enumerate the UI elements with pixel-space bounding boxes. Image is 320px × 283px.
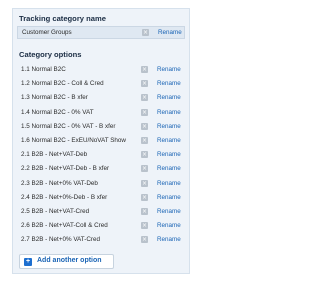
category-option-row[interactable]: 2.7 B2B - Net+0% VAT-Cred × Rename [17, 234, 185, 245]
category-option-row[interactable]: 2.6 B2B - Net+VAT-Coll & Cred × Rename [17, 220, 185, 231]
delete-icon[interactable]: × [141, 80, 148, 88]
category-option-label: 2.1 B2B - Net+VAT-Deb [21, 151, 88, 159]
add-another-option-label: Add another option [37, 257, 102, 264]
delete-icon[interactable]: × [141, 122, 148, 130]
rename-link[interactable]: Rename [157, 163, 181, 174]
delete-icon[interactable]: × [142, 29, 149, 36]
rename-link[interactable]: Rename [157, 206, 181, 217]
category-option-label: 2.6 B2B - Net+VAT-Coll & Cred [21, 222, 108, 230]
delete-icon[interactable]: × [141, 151, 148, 159]
category-option-label: 1.1 Normal B2C [21, 66, 66, 73]
tracking-category-panel: Tracking category name Customer Groups ×… [12, 8, 190, 274]
category-option-label: 2.7 B2B - Net+0% VAT-Cred [21, 236, 101, 244]
category-option-row[interactable]: 2.2 B2B - Net+VAT-Deb - B xfer × Rename [17, 163, 185, 174]
category-options-heading: Category options [19, 50, 82, 59]
delete-icon[interactable]: × [141, 179, 148, 187]
add-another-option-button[interactable]: + Add another option [19, 254, 114, 269]
category-option-label: 2.5 B2B - Net+VAT-Cred [21, 208, 90, 215]
category-option-label: 1.3 Normal B2C - B xfer [21, 94, 88, 102]
category-option-label: 2.2 B2B - Net+VAT-Deb - B xfer [21, 165, 110, 173]
tracking-category-name-row[interactable]: Customer Groups × Rename [17, 26, 185, 39]
rename-link[interactable]: Rename [158, 27, 182, 38]
delete-icon[interactable]: × [141, 137, 148, 144]
delete-icon[interactable]: × [141, 108, 148, 116]
category-option-label: 1.5 Normal B2C - 0% VAT - B xfer [21, 122, 116, 130]
rename-link[interactable]: Rename [157, 178, 181, 189]
plus-icon: + [24, 258, 32, 266]
category-option-row[interactable]: 2.3 B2B - Net+0% VAT-Deb × Rename [17, 178, 185, 189]
delete-icon[interactable]: × [141, 66, 148, 73]
rename-link[interactable]: Rename [157, 78, 181, 89]
category-option-label: 1.6 Normal B2C - ExEU/NoVAT Show [21, 137, 126, 144]
category-option-row[interactable]: 1.3 Normal B2C - B xfer × Rename [17, 92, 185, 103]
category-option-row[interactable]: 1.4 Normal B2C - 0% VAT × Rename [17, 107, 185, 118]
category-option-label: 2.4 B2B - Net+0%-Deb - B xfer [21, 193, 108, 201]
rename-link[interactable]: Rename [157, 64, 181, 75]
category-option-row[interactable]: 2.4 B2B - Net+0%-Deb - B xfer × Rename [17, 192, 185, 203]
delete-icon[interactable]: × [141, 165, 148, 173]
rename-link[interactable]: Rename [157, 220, 181, 231]
tracking-category-name: Customer Groups [22, 29, 72, 36]
category-option-row[interactable]: 1.2 Normal B2C - Coll & Cred × Rename [17, 78, 185, 89]
delete-icon[interactable]: × [141, 94, 148, 102]
category-option-row[interactable]: 1.5 Normal B2C - 0% VAT - B xfer × Rename [17, 121, 185, 132]
category-option-row[interactable]: 1.6 Normal B2C - ExEU/NoVAT Show × Rename [17, 135, 185, 146]
category-option-label: 1.4 Normal B2C - 0% VAT [21, 108, 94, 116]
delete-icon[interactable]: × [141, 236, 148, 244]
category-option-row[interactable]: 2.5 B2B - Net+VAT-Cred × Rename [17, 206, 185, 217]
delete-icon[interactable]: × [141, 208, 148, 215]
delete-icon[interactable]: × [141, 222, 148, 230]
rename-link[interactable]: Rename [157, 92, 181, 103]
category-option-row[interactable]: 1.1 Normal B2C × Rename [17, 64, 185, 75]
rename-link[interactable]: Rename [157, 107, 181, 118]
delete-icon[interactable]: × [141, 193, 148, 201]
tracking-category-heading: Tracking category name [19, 14, 106, 23]
rename-link[interactable]: Rename [157, 135, 181, 146]
category-option-label: 2.3 B2B - Net+0% VAT-Deb [21, 179, 98, 187]
rename-link[interactable]: Rename [157, 192, 181, 203]
rename-link[interactable]: Rename [157, 149, 181, 160]
rename-link[interactable]: Rename [157, 121, 181, 132]
category-option-row[interactable]: 2.1 B2B - Net+VAT-Deb × Rename [17, 149, 185, 160]
category-option-label: 1.2 Normal B2C - Coll & Cred [21, 80, 104, 88]
rename-link[interactable]: Rename [157, 234, 181, 245]
